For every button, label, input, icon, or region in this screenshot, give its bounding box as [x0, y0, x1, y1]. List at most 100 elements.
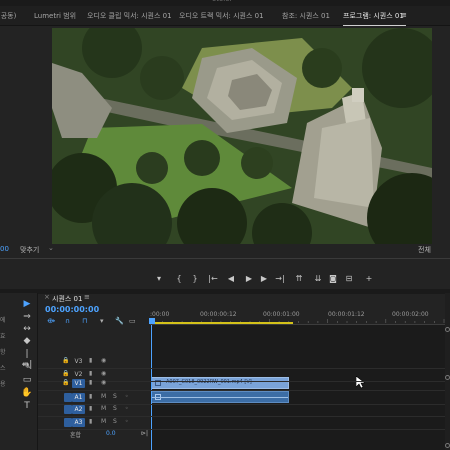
play-icon[interactable]: ▶: [242, 270, 256, 288]
mix-end-icon[interactable]: ⊳|: [141, 430, 148, 437]
track-divider: [38, 429, 445, 430]
lock-icon[interactable]: 🔒: [62, 379, 69, 386]
source-patch-a3[interactable]: [64, 418, 72, 427]
audio-clip[interactable]: [151, 391, 289, 403]
sync-lock-icon[interactable]: ▮: [89, 405, 92, 412]
linked-selection-icon[interactable]: ⊓: [82, 317, 87, 325]
close-icon[interactable]: ×: [44, 293, 50, 301]
rectangle-tool-icon[interactable]: ▭: [21, 375, 33, 386]
track-header-v1[interactable]: 🔒 V1 ▮ ◉: [38, 378, 150, 390]
sync-lock-icon[interactable]: ▮: [89, 418, 92, 425]
lock-icon[interactable]: 🔒: [62, 370, 69, 377]
sync-lock-icon[interactable]: ▮: [89, 379, 92, 386]
lift-icon[interactable]: ⇈: [292, 270, 306, 288]
go-to-in-icon[interactable]: |←: [206, 270, 220, 288]
tab-sequence-01[interactable]: 시퀀스 01: [52, 294, 82, 304]
chevron-down-icon[interactable]: ⌄: [48, 244, 54, 252]
eye-icon[interactable]: ◉: [101, 379, 106, 386]
source-patch-a1[interactable]: [64, 393, 72, 402]
program-monitor-video[interactable]: [52, 28, 432, 244]
mark-out-icon[interactable]: }: [188, 270, 202, 288]
ripple-edit-tool-icon[interactable]: ↔: [21, 324, 33, 335]
track-select-tool-icon[interactable]: ⇒: [21, 312, 33, 323]
tab-shared[interactable]: (공동): [0, 11, 16, 21]
mute-button[interactable]: M: [101, 405, 106, 412]
voice-over-icon[interactable]: ◦: [125, 405, 129, 412]
track-target-a2[interactable]: A2: [72, 405, 85, 414]
ruler-tick-label: 00:00:02:00: [392, 311, 429, 318]
ruler-tick-label: 00:00:01:00: [263, 311, 300, 318]
wrench-icon[interactable]: 🔧: [115, 317, 124, 325]
mark-in-icon[interactable]: {: [172, 270, 186, 288]
track-header-a1[interactable]: A1 ▮ M S ◦: [38, 392, 150, 404]
add-icon[interactable]: +: [362, 270, 376, 288]
active-tab-indicator: [343, 25, 406, 26]
clip-label: A007_C018_0922RW_001.mp4 [V]: [166, 379, 252, 385]
mix-volume-value[interactable]: 0.0: [106, 430, 116, 437]
playhead-line[interactable]: [151, 325, 152, 450]
export-frame-icon[interactable]: ◙: [326, 270, 340, 288]
sequence-menu-icon[interactable]: ≡: [84, 293, 90, 301]
voice-over-icon[interactable]: ◦: [125, 393, 129, 400]
fit-zoom-select[interactable]: 맞추기: [20, 245, 39, 255]
track-header-a2[interactable]: A2 ▮ M S ◦: [38, 404, 150, 416]
vertical-scrollbar[interactable]: [445, 325, 450, 450]
go-to-out-icon[interactable]: →|: [273, 270, 287, 288]
sync-lock-icon[interactable]: ▮: [89, 370, 92, 377]
sync-lock-icon[interactable]: ▮: [89, 357, 92, 364]
playhead-handle[interactable]: [149, 318, 155, 324]
tab-audio-track-mixer[interactable]: 오디오 트랙 믹서: 시퀀스 01: [179, 11, 264, 21]
eye-icon[interactable]: ◉: [101, 370, 106, 377]
tab-program-monitor[interactable]: 프로그램: 시퀀스 01: [343, 11, 404, 21]
track-target-v1[interactable]: V1: [72, 379, 85, 388]
captions-icon[interactable]: ▭: [129, 317, 136, 325]
track-header-v3[interactable]: 🔒 V3 ▮ ◉: [38, 356, 150, 368]
solo-button[interactable]: S: [113, 405, 117, 412]
step-back-icon[interactable]: ◀: [224, 270, 238, 288]
track-target-v3[interactable]: V3: [72, 357, 85, 366]
project-panel-text: 스: [0, 365, 6, 372]
track-target-a3[interactable]: A3: [72, 418, 85, 427]
work-area-bar[interactable]: [152, 322, 293, 324]
step-forward-icon[interactable]: ▶: [257, 270, 271, 288]
project-panel-text: 효: [0, 333, 6, 340]
tab-audio-clip-mixer[interactable]: 오디오 클립 믹서: 시퀀스 01: [87, 11, 172, 21]
ruler-tick-label: :00:00: [150, 311, 170, 318]
mute-button[interactable]: M: [101, 393, 106, 400]
snap-icon[interactable]: ∩: [65, 317, 70, 325]
project-panel-text: 용: [0, 381, 6, 388]
scroll-knob-top[interactable]: [445, 327, 450, 332]
voice-over-icon[interactable]: ◦: [125, 418, 129, 425]
source-patch-a2[interactable]: [64, 405, 72, 414]
sync-lock-icon[interactable]: ▮: [89, 393, 92, 400]
marker-icon[interactable]: ▾: [152, 270, 166, 288]
razor-tool-icon[interactable]: ◆: [21, 336, 33, 347]
mouse-cursor-icon: [356, 376, 365, 389]
tab-lumetri-scopes[interactable]: Lumetri 범위: [34, 11, 76, 21]
eye-icon[interactable]: ◉: [101, 357, 106, 364]
track-header-a3[interactable]: A3 ▮ M S ◦: [38, 417, 150, 429]
panel-menu-icon[interactable]: ≡: [401, 11, 407, 19]
extract-icon[interactable]: ⇊: [311, 270, 325, 288]
mute-button[interactable]: M: [101, 418, 106, 425]
lock-icon[interactable]: 🔒: [62, 357, 69, 364]
add-marker-icon[interactable]: ▾: [100, 317, 104, 325]
track-target-a1[interactable]: A1: [72, 393, 85, 402]
mix-label: 혼합: [70, 432, 82, 439]
playhead-timecode-fragment[interactable]: 00: [0, 245, 9, 253]
video-clip[interactable]: A007_C018_0922RW_001.mp4 [V]: [151, 377, 289, 389]
slip-tool-icon[interactable]: |↔|: [21, 349, 33, 370]
selection-tool-icon[interactable]: ▶: [21, 299, 33, 310]
pen-tool-icon[interactable]: ✎: [21, 362, 33, 373]
compare-icon[interactable]: ⊟: [342, 270, 356, 288]
solo-button[interactable]: S: [113, 393, 117, 400]
type-tool-icon[interactable]: T: [21, 401, 33, 412]
scroll-knob-mid[interactable]: [445, 375, 450, 380]
scroll-knob-bottom[interactable]: [445, 443, 450, 448]
hand-tool-icon[interactable]: ✋: [21, 388, 33, 399]
tab-reference-monitor[interactable]: 참조: 시퀀스 01: [282, 11, 330, 21]
solo-button[interactable]: S: [113, 418, 117, 425]
playback-resolution-select[interactable]: 전체: [418, 245, 431, 255]
timeline-timecode[interactable]: 00:00:00:00: [45, 305, 99, 314]
nest-icon[interactable]: ⟴: [47, 317, 55, 325]
